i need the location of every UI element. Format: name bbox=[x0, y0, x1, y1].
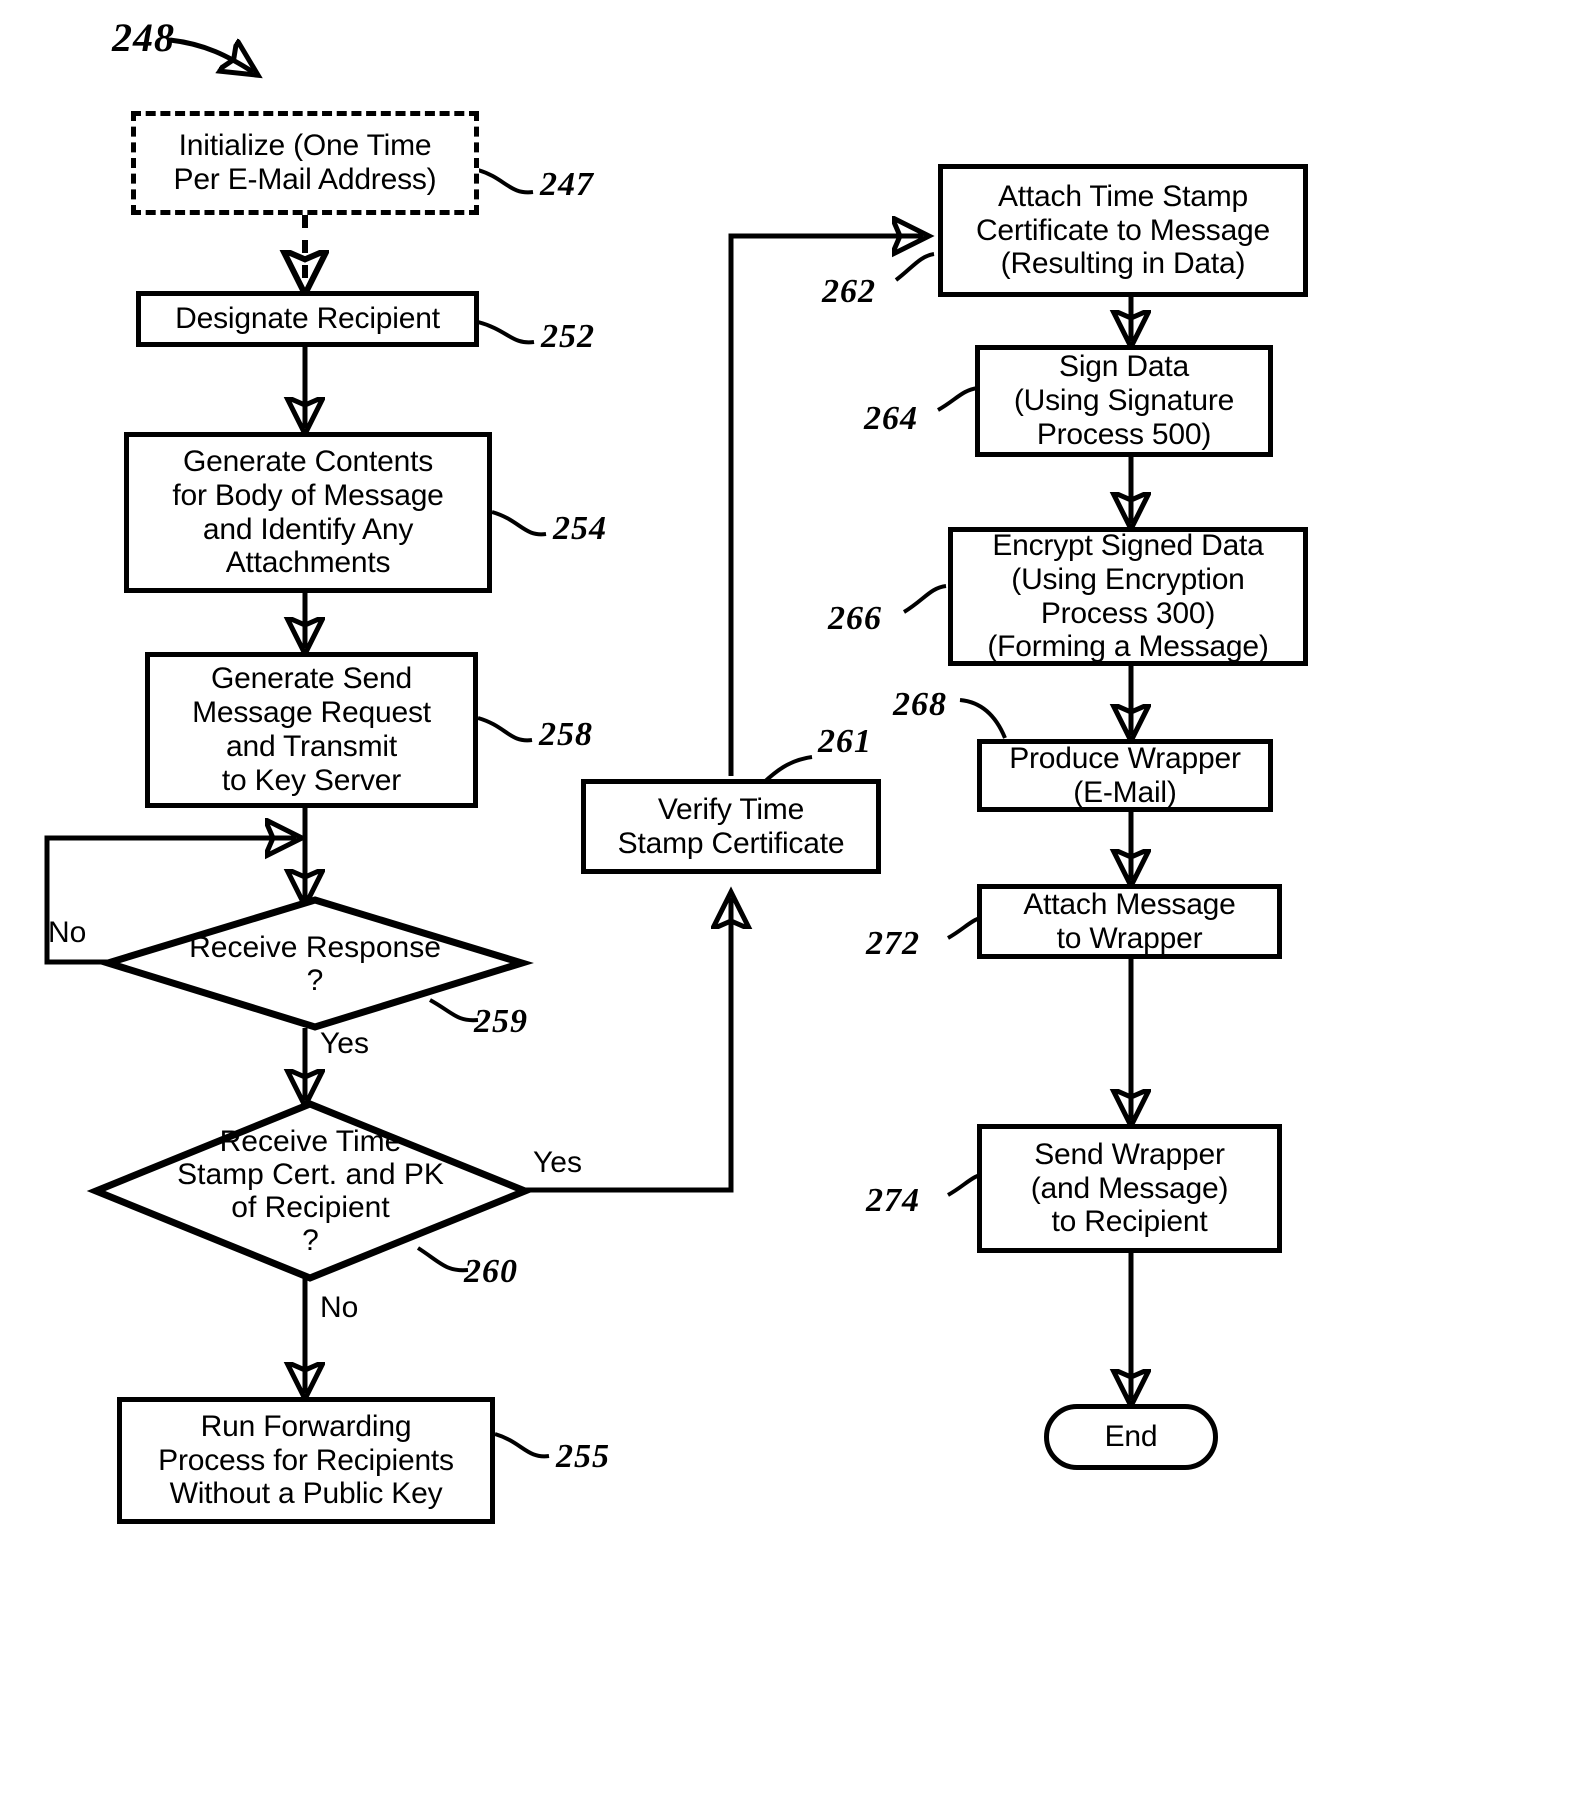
node-verify-timestamp-certificate-label: Verify Time Stamp Certificate bbox=[617, 792, 845, 860]
node-generate-send-request: Generate Send Message Request and Transm… bbox=[145, 652, 478, 808]
edge-label-response-no: No bbox=[48, 916, 87, 949]
node-designate-recipient-label: Designate Recipient bbox=[175, 302, 440, 336]
node-end-label: End bbox=[1104, 1420, 1158, 1454]
node-initialize-label: Initialize (One Time Per E-Mail Address) bbox=[173, 129, 437, 196]
node-send-wrapper-label: Send Wrapper (and Message) to Recipient bbox=[1030, 1137, 1229, 1239]
node-send-wrapper: Send Wrapper (and Message) to Recipient bbox=[977, 1124, 1282, 1253]
edge-label-ts-no: No bbox=[320, 1291, 359, 1324]
node-initialize: Initialize (One Time Per E-Mail Address) bbox=[131, 111, 479, 215]
node-attach-timestamp-certificate: Attach Time Stamp Certificate to Message… bbox=[938, 164, 1308, 297]
figure-leader-arrow bbox=[169, 37, 253, 72]
leader-258 bbox=[477, 716, 533, 743]
ref-272: 272 bbox=[866, 925, 920, 962]
node-encrypt-signed-data-label: Encrypt Signed Data (Using Encryption Pr… bbox=[987, 528, 1269, 664]
node-receive-response-decision: Receive Response ? bbox=[96, 896, 534, 1031]
node-generate-contents: Generate Contents for Body of Message an… bbox=[124, 432, 492, 593]
ref-260: 260 bbox=[464, 1253, 518, 1290]
node-attach-message-to-wrapper-label: Attach Message to Wrapper bbox=[1023, 887, 1236, 955]
ref-268: 268 bbox=[893, 686, 947, 723]
node-attach-timestamp-certificate-label: Attach Time Stamp Certificate to Message… bbox=[975, 179, 1271, 281]
node-end-terminator: End bbox=[1044, 1404, 1218, 1470]
leader-264 bbox=[937, 386, 979, 412]
node-produce-wrapper-label: Produce Wrapper (E-Mail) bbox=[1009, 741, 1241, 809]
node-run-forwarding-process: Run Forwarding Process for Recipients Wi… bbox=[117, 1397, 495, 1524]
ref-261: 261 bbox=[818, 723, 872, 760]
node-attach-message-to-wrapper: Attach Message to Wrapper bbox=[977, 884, 1282, 959]
node-generate-send-request-label: Generate Send Message Request and Transm… bbox=[192, 662, 431, 797]
leader-252 bbox=[477, 320, 535, 345]
leader-268 bbox=[959, 698, 1007, 739]
node-encrypt-signed-data: Encrypt Signed Data (Using Encryption Pr… bbox=[948, 527, 1308, 666]
leader-254 bbox=[491, 510, 547, 537]
node-sign-data: Sign Data (Using Signature Process 500) bbox=[975, 345, 1273, 457]
ref-266: 266 bbox=[828, 600, 882, 637]
ref-262: 262 bbox=[822, 273, 876, 310]
leader-255 bbox=[494, 1432, 550, 1459]
ref-247: 247 bbox=[540, 166, 594, 203]
ref-258: 258 bbox=[539, 716, 593, 753]
node-sign-data-label: Sign Data (Using Signature Process 500) bbox=[1013, 350, 1235, 451]
ref-264: 264 bbox=[864, 400, 918, 437]
figure-number: 248 bbox=[112, 15, 175, 60]
leader-247 bbox=[477, 168, 534, 195]
node-produce-wrapper: Produce Wrapper (E-Mail) bbox=[977, 739, 1273, 812]
leader-262 bbox=[894, 252, 935, 282]
ref-274: 274 bbox=[866, 1182, 920, 1219]
edge-label-response-yes: Yes bbox=[320, 1027, 369, 1060]
node-receive-timestamp-decision: Receive Time Stamp Cert. and PK of Recip… bbox=[86, 1100, 535, 1282]
node-generate-contents-label: Generate Contents for Body of Message an… bbox=[172, 444, 444, 580]
ref-259: 259 bbox=[474, 1003, 528, 1040]
ref-255: 255 bbox=[556, 1438, 610, 1475]
node-designate-recipient: Designate Recipient bbox=[136, 291, 479, 347]
patent-flowchart-figure: 248 Initialize (One Time Per E-Mail Addr… bbox=[0, 0, 1576, 1804]
ref-252: 252 bbox=[541, 318, 595, 355]
node-run-forwarding-process-label: Run Forwarding Process for Recipients Wi… bbox=[158, 1409, 454, 1511]
edge-label-ts-yes: Yes bbox=[533, 1146, 582, 1179]
leader-266 bbox=[902, 584, 947, 614]
ref-254: 254 bbox=[553, 510, 607, 547]
node-verify-timestamp-certificate: Verify Time Stamp Certificate bbox=[581, 779, 881, 874]
